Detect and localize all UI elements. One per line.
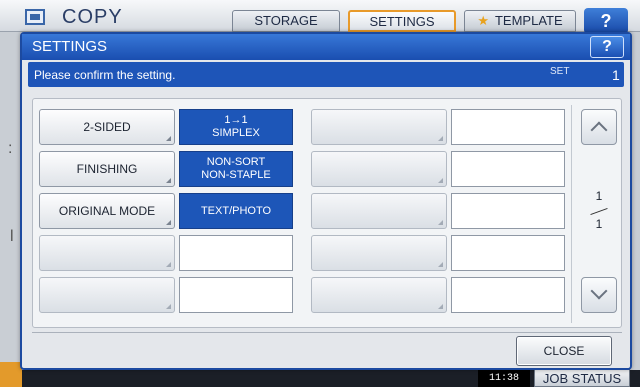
value-finishing: NON-SORT NON-STAPLE [179,151,293,187]
page-separator [590,207,608,216]
value-empty [451,151,565,187]
tab-settings-label: SETTINGS [369,14,435,29]
value-2-sided: 1→1 SIMPLEX [179,109,293,145]
function-button-empty [311,277,447,313]
function-button-empty [39,277,175,313]
value-finishing-line1: NON-SORT [206,156,266,168]
status-indicator [0,362,22,387]
footer-divider [32,332,622,333]
value-2-sided-line1: 1→1 [224,114,248,126]
star-icon: ★ [477,13,489,28]
set-label: SET [550,66,570,77]
clock: 11:38 [478,370,530,387]
settings-list-panel: 2-SIDED 1→1 SIMPLEX FINISHING NON-SORT N… [32,98,622,328]
tab-storage[interactable]: STORAGE [232,10,340,32]
scroll-down-button[interactable] [581,277,617,313]
value-empty [179,277,293,313]
help-button[interactable]: ? [590,36,624,58]
close-button[interactable]: CLOSE [516,336,612,366]
value-empty [451,193,565,229]
value-2-sided-line2: SIMPLEX [212,127,260,139]
message-text: Please confirm the setting. [34,68,176,82]
function-button-empty [311,235,447,271]
value-empty [451,109,565,145]
dialog-title: SETTINGS [32,38,108,55]
copy-icon [25,9,45,25]
tab-template[interactable]: ★ TEMPLATE [464,10,576,32]
value-finishing-line2: NON-STAPLE [201,169,271,181]
value-empty [451,277,565,313]
value-original-mode-line1: TEXT/PHOTO [200,204,272,217]
value-original-mode: TEXT/PHOTO [179,193,293,229]
scroll-down-icon [590,282,608,300]
dialog-header: SETTINGS ? [22,34,630,60]
function-button-2-sided[interactable]: 2-SIDED [39,109,175,145]
settings-dialog: SETTINGS ? Please confirm the setting. S… [20,32,632,370]
function-button-empty [311,109,447,145]
function-button-empty [311,151,447,187]
page-total: 1 [595,217,603,231]
value-empty [179,235,293,271]
value-empty [451,235,565,271]
background-edge-glyph: l [10,228,14,245]
function-button-finishing[interactable]: FINISHING [39,151,175,187]
page-current: 1 [595,189,603,203]
function-button-original-mode[interactable]: ORIGINAL MODE [39,193,175,229]
message-bar: Please confirm the setting. SET 1 [28,62,624,87]
background-edge-glyph: : [8,140,13,157]
function-button-empty [311,193,447,229]
job-status-button[interactable]: JOB STATUS [534,369,630,387]
tab-template-label: TEMPLATE [494,13,563,28]
scroll-up-button[interactable] [581,109,617,145]
tab-settings[interactable]: SETTINGS [348,10,456,32]
scroll-divider [571,105,572,323]
set-number: 1 [612,67,620,83]
function-button-empty [39,235,175,271]
tab-storage-label: STORAGE [254,13,318,28]
scroll-up-icon [590,121,608,139]
help-button-background[interactable]: ? [584,8,628,34]
copy-title: COPY [62,6,123,28]
